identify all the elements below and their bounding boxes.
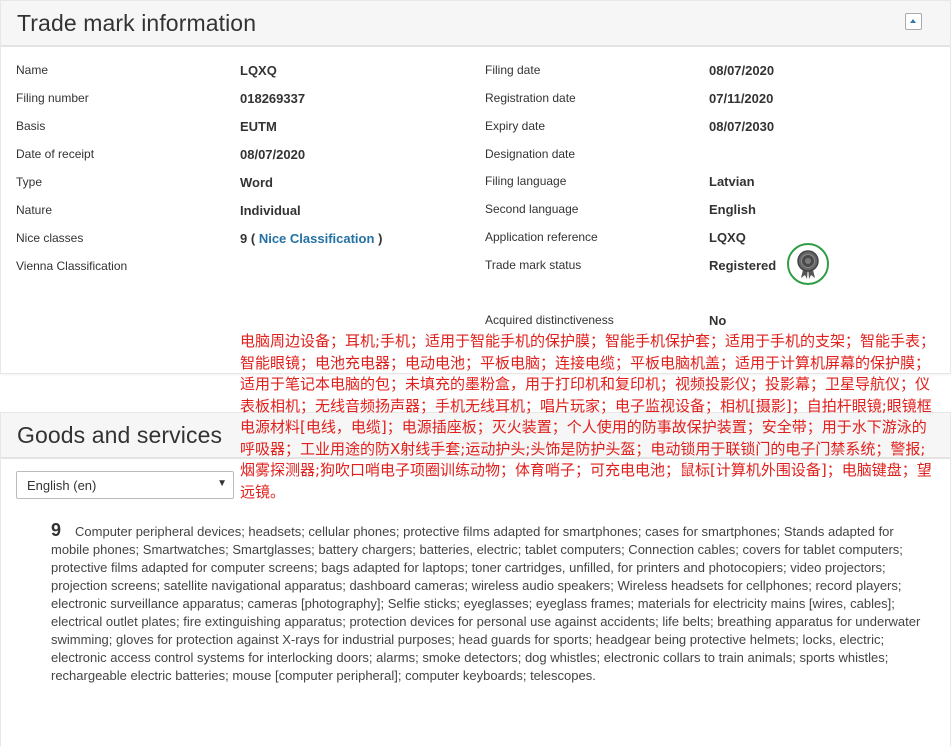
- expiry-date-label: Expiry date: [485, 119, 546, 133]
- basis-label: Basis: [16, 119, 46, 133]
- vienna-classification-label: Vienna Classification: [16, 259, 128, 273]
- nice-classes-label: Nice classes: [16, 231, 84, 245]
- trade-mark-status-value: Registered: [709, 258, 777, 273]
- nature-value: Individual: [240, 203, 301, 218]
- registration-date-value: 07/11/2020: [709, 91, 774, 106]
- type-label: Type: [16, 175, 43, 189]
- filing-number-value: 018269337: [240, 91, 306, 106]
- acquired-distinctiveness-label: Acquired distinctiveness: [485, 313, 614, 327]
- expiry-date-value: 08/07/2030: [709, 119, 775, 134]
- goods-description: Computer peripheral devices; headsets; c…: [51, 524, 921, 683]
- close-paren: ): [378, 231, 383, 246]
- trademark-info-panel: Trade mark information: [0, 0, 951, 374]
- caret-down-icon: ▼: [217, 478, 227, 489]
- second-language-label: Second language: [485, 202, 579, 216]
- language-select[interactable]: English (en) ▼: [16, 471, 234, 499]
- registered-seal-icon: [787, 243, 829, 285]
- goods-list: 9 Computer peripheral devices; headsets; …: [51, 521, 931, 685]
- nice-class-number: 9: [240, 231, 248, 246]
- registration-date-label: Registration date: [485, 91, 576, 105]
- filing-number-label: Filing number: [16, 91, 89, 105]
- acquired-distinctiveness-value: No: [709, 313, 727, 328]
- filing-language-label: Filing language: [485, 174, 567, 188]
- nature-label: Nature: [16, 203, 53, 217]
- designation-date-label: Designation date: [485, 147, 576, 161]
- application-reference-label: Application reference: [485, 230, 598, 244]
- filing-language-value: Latvian: [709, 174, 755, 189]
- open-paren: (: [250, 231, 256, 246]
- rosette-icon: [797, 250, 819, 279]
- application-reference-value: LQXQ: [709, 230, 746, 245]
- trademark-panel-title: Trade mark information: [17, 10, 257, 36]
- goods-panel-title: Goods and services: [17, 422, 223, 448]
- trade-mark-status-label: Trade mark status: [485, 258, 582, 272]
- date-of-receipt-value: 08/07/2020: [240, 147, 306, 162]
- chinese-goods-overlay: 电脑周边设备；耳机;手机；适用于智能手机的保护膜；智能手机保护套；适用于手机的支…: [240, 332, 936, 501]
- nice-classes-value: 9 ( Nice Classification ): [240, 231, 382, 246]
- name-value: LQXQ: [240, 63, 277, 78]
- basis-value: EUTM: [240, 119, 277, 134]
- chevron-up-icon: [910, 19, 916, 23]
- second-language-value: English: [709, 202, 756, 217]
- trademark-panel-header: Trade mark information: [1, 1, 950, 47]
- filing-date-label: Filing date: [485, 63, 541, 77]
- filing-date-value: 08/07/2020: [709, 63, 775, 78]
- type-value: Word: [240, 175, 273, 190]
- nice-classification-link[interactable]: Nice Classification: [259, 231, 375, 246]
- collapse-button[interactable]: [905, 13, 922, 30]
- date-of-receipt-label: Date of receipt: [16, 147, 95, 161]
- name-label: Name: [16, 63, 49, 77]
- language-select-value: English (en): [27, 478, 97, 493]
- class-number: 9: [51, 520, 62, 540]
